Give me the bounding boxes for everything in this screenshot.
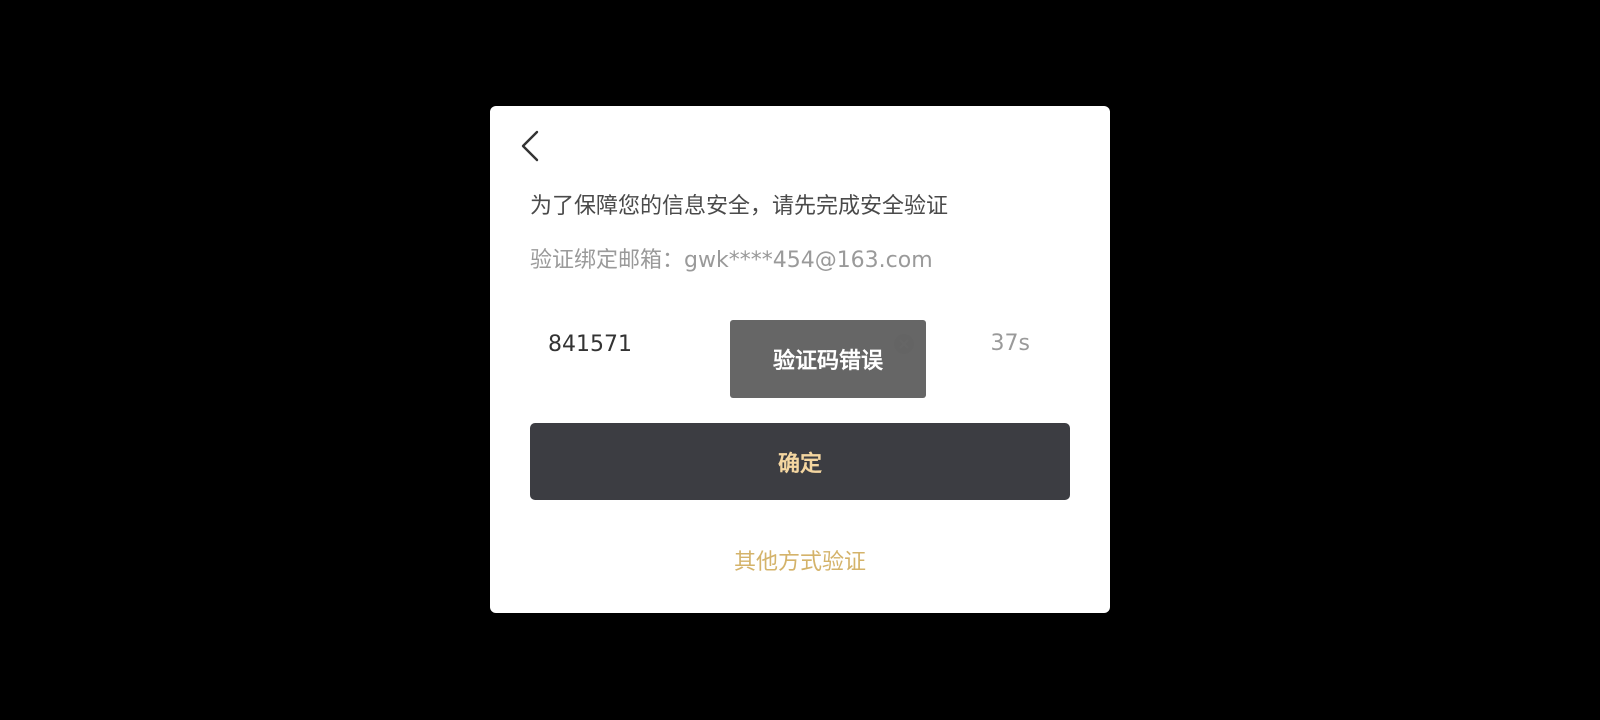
dialog-title: 为了保障您的信息安全，请先完成安全验证 <box>530 194 949 219</box>
other-verification-link[interactable]: 其他方式验证 <box>490 544 1110 576</box>
back-button[interactable] <box>512 126 548 166</box>
verification-dialog: 为了保障您的信息安全，请先完成安全验证 验证绑定邮箱：gwk****454@16… <box>490 106 1110 613</box>
confirm-button[interactable]: 确定 <box>530 423 1070 500</box>
resend-countdown: 37s <box>990 331 1030 356</box>
chevron-left-icon <box>521 130 539 162</box>
screen-overlay: 为了保障您的信息安全，请先完成安全验证 验证绑定邮箱：gwk****454@16… <box>0 0 1600 720</box>
error-toast: 验证码错误 <box>730 320 926 398</box>
bound-email-label: 验证绑定邮箱：gwk****454@163.com <box>530 248 933 273</box>
